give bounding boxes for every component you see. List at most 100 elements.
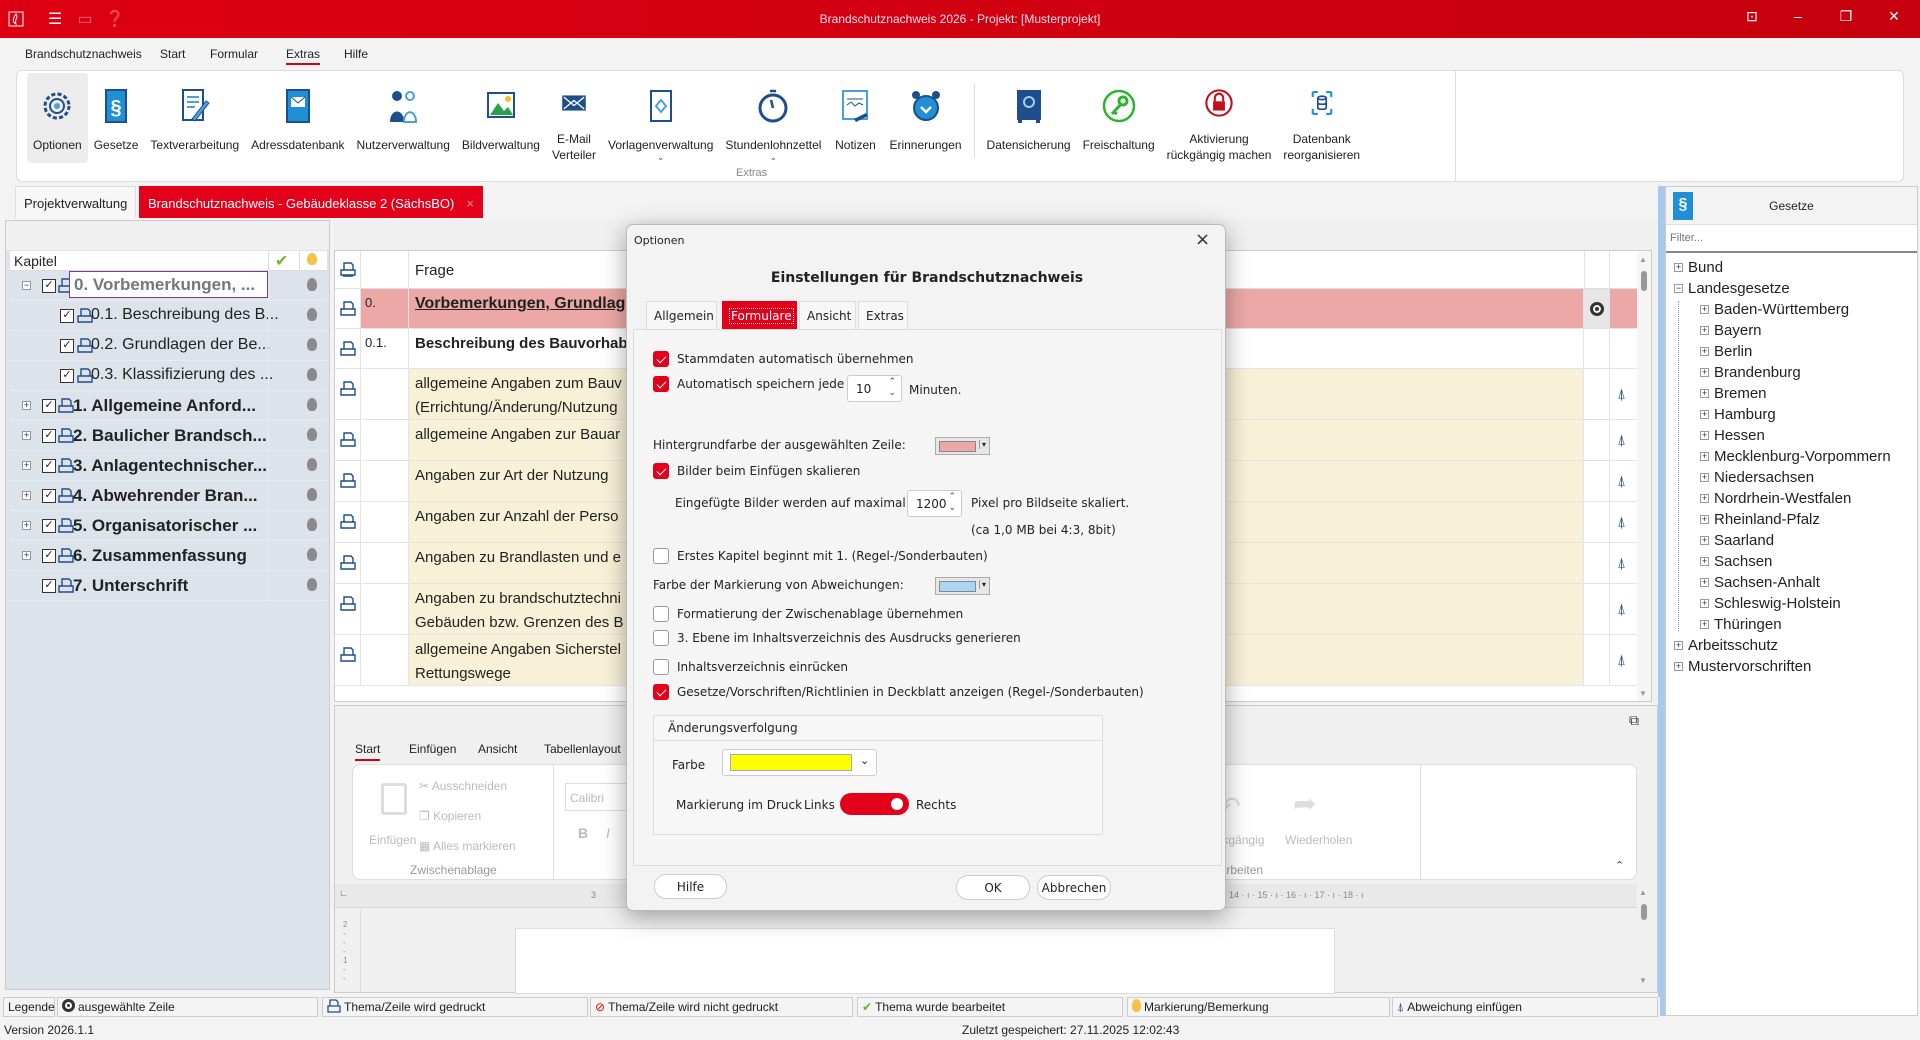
ribbon-adressdatenbank-button[interactable]: Adressdatenbank	[245, 73, 350, 163]
chapter-item[interactable]: ✓ 0.2. Grundlagen der Be...	[10, 331, 327, 361]
editor-tab-ansicht[interactable]: Ansicht	[478, 742, 517, 756]
ribbon-datenbank-button[interactable]: Datenbank reorganisieren	[1277, 73, 1366, 163]
law-item-bremen[interactable]: Bremen	[1714, 385, 1767, 402]
print-side-toggle[interactable]	[840, 793, 909, 815]
dialog-tab-formulare[interactable]: Formulare	[722, 301, 797, 330]
law-item-mustervorschriften[interactable]: Mustervorschriften	[1688, 658, 1811, 675]
chapter-item[interactable]: + ✓ 6. Zusammenfassung	[10, 541, 327, 571]
expand-icon[interactable]: +	[1700, 431, 1709, 440]
expand-icon[interactable]: +	[1674, 263, 1683, 272]
bulb-icon[interactable]	[307, 548, 317, 561]
chapter-label[interactable]: 3. Anlagentechnischer...	[73, 456, 267, 476]
expand-icon[interactable]: +	[1700, 452, 1709, 461]
ribbon-aktivierung-button[interactable]: Aktivierung rückgängig machen	[1161, 73, 1278, 163]
collapse-ribbon-icon[interactable]: ⌃	[1615, 859, 1624, 872]
editor-tab-einfügen[interactable]: Einfügen	[409, 742, 456, 756]
expand-icon[interactable]: +	[1700, 578, 1709, 587]
deviation-icon[interactable]: ⍋	[1617, 652, 1626, 669]
doc-tab-brandschutznachweis-gebäudeklasse-2-sächsbo[interactable]: Brandschutznachweis - Gebäudeklasse 2 (S…	[139, 186, 483, 218]
dialog-tab-allgemein[interactable]: Allgemein	[646, 301, 717, 330]
chapter-label[interactable]: 2. Baulicher Brandsch...	[73, 426, 267, 446]
ribbon-e-mail-button[interactable]: E-Mail Verteiler	[546, 73, 602, 163]
chapter-label[interactable]: 0.1. Beschreibung des B...	[91, 306, 279, 324]
expand-icon[interactable]: +	[22, 521, 31, 530]
bulb-icon[interactable]	[307, 428, 317, 441]
deviation-icon[interactable]: ⍋	[1617, 432, 1626, 449]
ribbon-freischaltung-button[interactable]: Freischaltung	[1077, 73, 1161, 163]
menu-formular[interactable]: Formular	[210, 47, 258, 61]
printer-icon[interactable]	[58, 428, 74, 447]
expand-icon[interactable]: +	[1700, 536, 1709, 545]
help-button[interactable]: Hilfe	[654, 874, 727, 899]
dialog-tab-ansicht[interactable]: Ansicht	[799, 301, 856, 330]
deviation-cell[interactable]: ⍋	[1610, 502, 1637, 542]
deviation-icon[interactable]: ⍋	[1617, 514, 1626, 531]
chapter-label[interactable]: 4. Abwehrender Bran...	[73, 486, 258, 506]
toc-level3-checkbox[interactable]: 3. Ebene im Inhaltsverzeichnis des Ausdr…	[653, 630, 1021, 646]
cancel-button[interactable]: Abbrechen	[1037, 875, 1111, 900]
chapter-label[interactable]: 0.3. Klassifizierung des ...	[91, 366, 273, 384]
deviation-icon[interactable]: ⍋	[1617, 555, 1626, 572]
expand-icon[interactable]: +	[1700, 473, 1709, 482]
deviation-icon[interactable]: ⍋	[1617, 601, 1626, 618]
chapter-item[interactable]: − ✓ 0. Vorbemerkungen, ...	[10, 271, 327, 301]
toc-indent-checkbox[interactable]: Inhaltsverzeichnis einrücken	[653, 659, 848, 675]
chapter-item[interactable]: + ✓ 3. Anlagentechnischer...	[10, 451, 327, 481]
ribbon-optionen-button[interactable]: Optionen	[27, 73, 88, 163]
checkbox-icon[interactable]	[653, 351, 669, 367]
law-item-sachsen-anhalt[interactable]: Sachsen-Anhalt	[1714, 574, 1820, 591]
bulb-icon[interactable]	[307, 488, 317, 501]
pin-icon[interactable]: ⊡	[1737, 8, 1767, 30]
editor-page[interactable]	[515, 928, 1335, 994]
law-item-hamburg[interactable]: Hamburg	[1714, 406, 1776, 423]
chapter-checkbox[interactable]: ✓	[42, 429, 56, 443]
chapter-label[interactable]: 0.2. Grundlagen der Be...	[91, 336, 271, 354]
law-item-mecklenburg-vorpommern[interactable]: Mecklenburg-Vorpommern	[1714, 448, 1891, 465]
restore-button[interactable]: ❐	[1831, 8, 1861, 30]
italic-button[interactable]: I	[606, 825, 610, 841]
chapter-label[interactable]: 0. Vorbemerkungen, ...	[69, 271, 268, 298]
close-button[interactable]: ✕	[1879, 8, 1909, 30]
menu-hilfe[interactable]: Hilfe	[344, 47, 368, 61]
panel-splitter[interactable]	[1658, 186, 1665, 1016]
chapter-label[interactable]: 7. Unterschrift	[73, 576, 188, 596]
chapter-checkbox[interactable]: ✓	[42, 279, 56, 293]
expand-icon[interactable]: +	[22, 461, 31, 470]
chapter-item[interactable]: + ✓ 2. Baulicher Brandsch...	[10, 421, 327, 451]
chapter-label[interactable]: 6. Zusammenfassung	[73, 546, 247, 566]
expand-icon[interactable]: +	[1700, 557, 1709, 566]
chapter-checkbox[interactable]: ✓	[42, 399, 56, 413]
redo-button[interactable]: Wiederholen	[1285, 833, 1352, 847]
autosave-checkbox[interactable]: Automatisch speichern jede	[653, 376, 844, 392]
minimize-button[interactable]: –	[1783, 8, 1813, 30]
collapse-icon[interactable]: −	[22, 281, 31, 290]
bulb-icon[interactable]	[307, 368, 317, 381]
law-item-arbeitsschutz[interactable]: Arbeitsschutz	[1688, 637, 1778, 654]
expand-icon[interactable]: +	[1700, 410, 1709, 419]
law-item-landesgesetze[interactable]: Landesgesetze	[1688, 280, 1790, 297]
expand-icon[interactable]: +	[1700, 389, 1709, 398]
expand-icon[interactable]: +	[22, 431, 31, 440]
deviation-color-picker[interactable]: ▾	[935, 577, 990, 595]
bulb-icon[interactable]	[307, 398, 317, 411]
first-chapter-checkbox[interactable]: Erstes Kapitel beginnt mit 1. (Regel-/So…	[653, 548, 988, 564]
ribbon-vorlagenverwaltung-button[interactable]: Vorlagenverwaltung ⌄	[602, 73, 719, 163]
chapter-item[interactable]: ✓ 0.3. Klassifizierung des ...	[10, 361, 327, 391]
law-item-berlin[interactable]: Berlin	[1714, 343, 1752, 360]
law-item-rheinland-pfalz[interactable]: Rheinland-Pfalz	[1714, 511, 1820, 528]
deviation-icon[interactable]: ⍋	[1617, 473, 1626, 490]
stammdaten-checkbox[interactable]: Stammdaten automatisch übernehmen	[653, 351, 914, 367]
deviation-cell[interactable]: ⍋	[1610, 543, 1637, 583]
law-item-bayern[interactable]: Bayern	[1714, 322, 1762, 339]
expand-icon[interactable]: +	[22, 551, 31, 560]
printer-icon[interactable]	[58, 518, 74, 537]
ok-button[interactable]: OK	[956, 875, 1030, 900]
popout-icon[interactable]: ⧉	[1629, 712, 1639, 729]
ribbon-datensicherung-button[interactable]: Datensicherung	[981, 73, 1077, 163]
copy-button[interactable]: ❐ Kopieren	[419, 809, 481, 823]
chapter-item[interactable]: + ✓ 5. Organisatorischer ...	[10, 511, 327, 541]
checkbox-icon[interactable]	[653, 659, 669, 675]
chapter-checkbox[interactable]: ✓	[42, 579, 56, 593]
font-selector[interactable]: Calibri	[565, 783, 635, 811]
law-item-sachsen[interactable]: Sachsen	[1714, 553, 1772, 570]
